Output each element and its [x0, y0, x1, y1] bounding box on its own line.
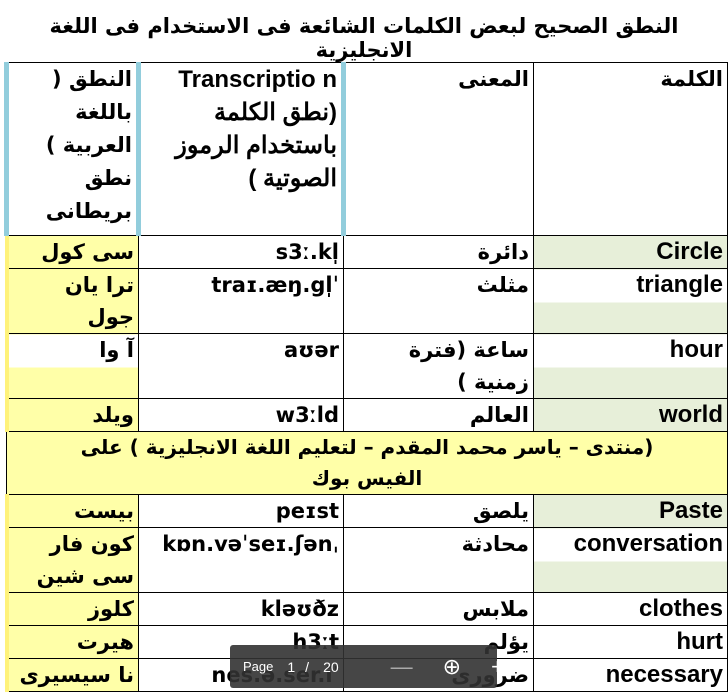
table-header-row: الكلمة المعنى Transcriptio n (نطق الكلمة… — [4, 62, 728, 236]
arabic-pron-cell: ويلد — [4, 398, 139, 432]
table-row: Paste يلصق peɪst بيست — [4, 494, 728, 528]
zoom-in-button[interactable]: + — [491, 654, 504, 680]
meaning-cell: ملابس — [343, 592, 534, 626]
transcription-cell: aʊər — [138, 333, 344, 399]
header-word: الكلمة — [533, 62, 728, 236]
zoom-fit-icon[interactable]: ⊕ — [443, 654, 461, 680]
arabic-pron-cell: سى كول — [4, 235, 139, 269]
meaning-cell: مثلث — [343, 268, 534, 334]
word-cell: Circle — [533, 235, 728, 269]
transcription-cell: ˈtraɪ.æŋ.gl̩ — [138, 268, 344, 334]
zoom-out-button[interactable]: — — [391, 654, 413, 680]
document-title: النطق الصحيح لبعض الكلمات الشائعة فى الا… — [49, 14, 679, 62]
meaning-cell: محادثة — [343, 527, 534, 593]
arabic-pron-cell: بيست — [4, 494, 139, 528]
forum-row: (منتدى – ياسر محمد المقدم – لتعليم اللغة… — [6, 431, 728, 495]
word-cell: hurt — [533, 625, 728, 659]
word-cell: Paste — [533, 494, 728, 528]
word-cell: necessary — [533, 658, 728, 692]
forum-credit: (منتدى – ياسر محمد المقدم – لتعليم اللغة… — [6, 431, 728, 495]
word-cell: clothes — [533, 592, 728, 626]
transcription-cell: s3ː.kl̩ — [138, 235, 344, 269]
table-row: hour ساعة (فترة زمنية ) aʊər آ وا — [4, 333, 728, 399]
page-separator: / — [305, 658, 310, 675]
page-label: Page — [243, 659, 274, 674]
table-row: clothes ملابس kləʊðz كلوز — [4, 592, 728, 626]
meaning-cell: ساعة (فترة زمنية ) — [343, 333, 534, 399]
transcription-cell: ˌkɒn.vəˈseɪ.ʃən — [138, 527, 344, 593]
arabic-pron-cell: آ وا — [4, 333, 139, 399]
transcription-cell: kləʊðz — [138, 592, 344, 626]
arabic-pron-cell: نا سيسيرى — [4, 658, 139, 692]
table-row: Circle دائرة s3ː.kl̩ سى كول — [4, 235, 728, 269]
total-pages: 20 — [323, 658, 339, 675]
header-transcription: Transcriptio n (نطق الكلمة باستخدام الرم… — [138, 62, 346, 236]
table-row: conversation محادثة ˌkɒn.vəˈseɪ.ʃən كون … — [4, 527, 728, 593]
meaning-cell: دائرة — [343, 235, 534, 269]
word-cell: world — [533, 398, 728, 432]
arabic-pron-cell: هيرت — [4, 625, 139, 659]
word-cell: conversation — [533, 527, 728, 593]
meaning-cell: يلصق — [343, 494, 534, 528]
current-page-input[interactable]: 1 — [287, 659, 295, 675]
arabic-pron-cell: كون فار سى شين — [4, 527, 139, 593]
header-meaning: المعنى — [343, 62, 534, 236]
pdf-page-toolbar: Page 1 / 20 — ⊕ + — [230, 645, 504, 688]
word-cell: triangle — [533, 268, 728, 334]
transcription-cell: peɪst — [138, 494, 344, 528]
table-row: world العالم w3ːld ويلد — [4, 398, 728, 432]
table-row: triangle مثلث ˈtraɪ.æŋ.gl̩ ترا يان جول — [4, 268, 728, 334]
transcription-cell: w3ːld — [138, 398, 344, 432]
word-cell: hour — [533, 333, 728, 399]
pronunciation-table: الكلمة المعنى Transcriptio n (نطق الكلمة… — [4, 62, 728, 692]
header-arabic-pronunciation: النطق ( باللغة العربية ) نطق بريطانى — [4, 62, 141, 236]
arabic-pron-cell: ترا يان جول — [4, 268, 139, 334]
meaning-cell: العالم — [343, 398, 534, 432]
arabic-pron-cell: كلوز — [4, 592, 139, 626]
